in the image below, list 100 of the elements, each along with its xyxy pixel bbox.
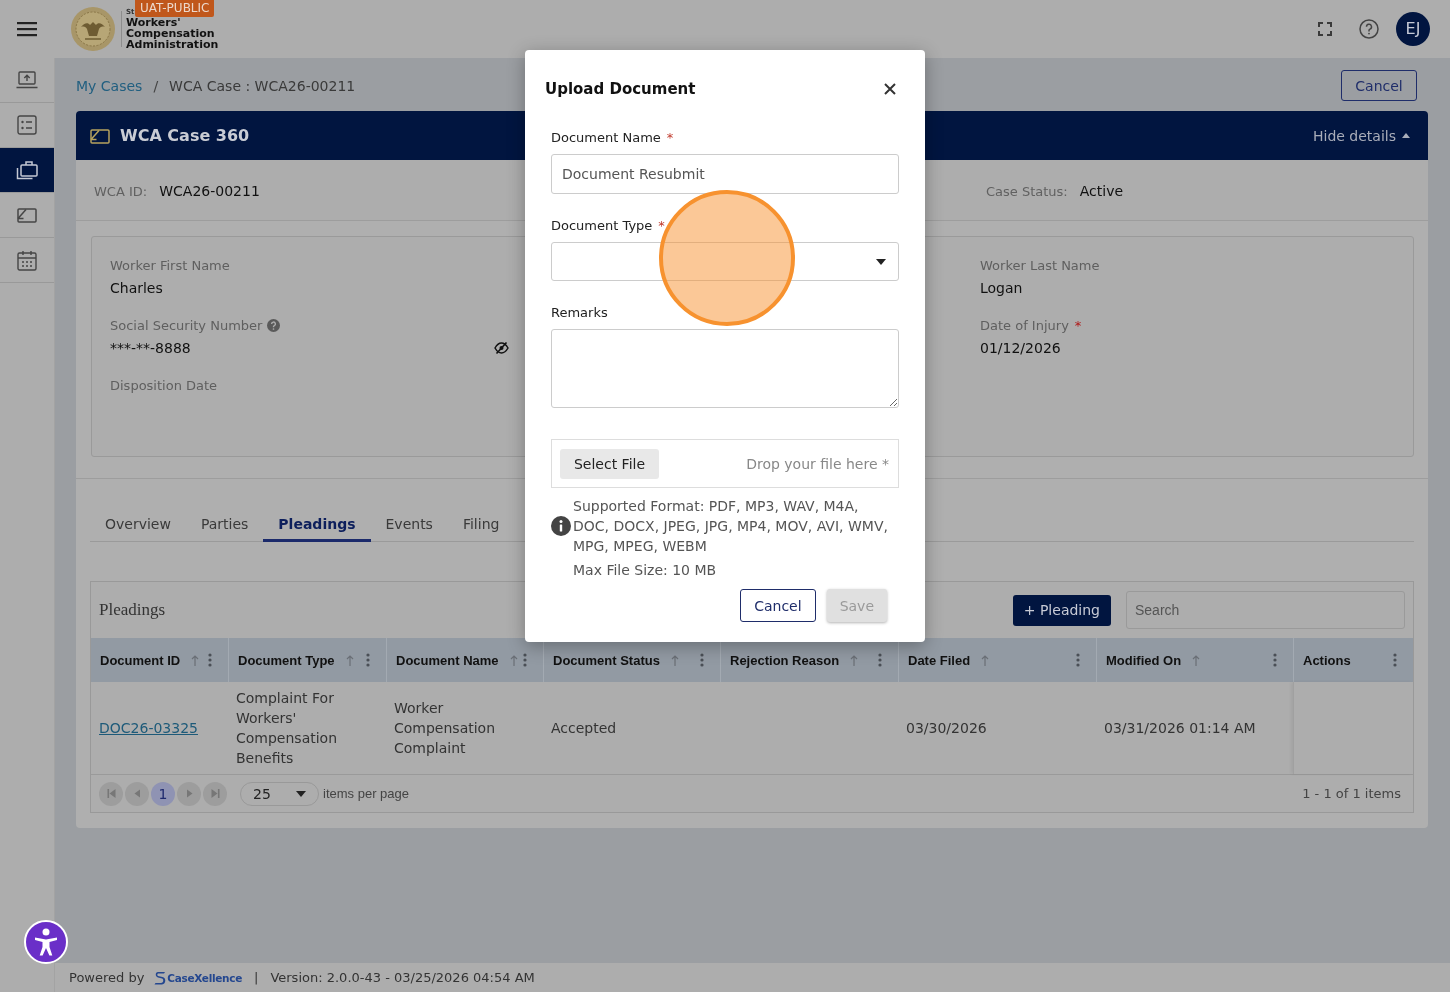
sort-arrow-icon[interactable] (345, 654, 354, 666)
laptop-upload-icon (16, 71, 38, 89)
input-field[interactable]: Document Resubmit (551, 154, 899, 194)
field-value: 01/12/2026 (980, 340, 1061, 356)
sort-arrow-icon[interactable] (670, 654, 679, 666)
page-button[interactable]: 1 (151, 781, 175, 806)
sort-arrow-icon[interactable] (981, 654, 990, 666)
table-cell-text: Complaint For Workers' Compensation Benefits (235, 689, 339, 768)
card-icon (90, 127, 110, 144)
column-header[interactable]: Modified On (1106, 652, 1182, 668)
sort-arrow-icon[interactable] (1192, 654, 1201, 666)
brand-name: CaseXellence (167, 971, 242, 984)
supported-formats-text: Supported Format: PDF, MP3, WAV, M4A, DOC, DOCX, JPEG, JPG, MP4, MOV, AVI, WMV, MPG, MPEG, WEBM (573, 497, 889, 556)
checklist-icon (17, 115, 37, 135)
case-title: WCA Case 360 (120, 126, 250, 145)
kebab-menu-icon[interactable] (523, 653, 527, 667)
field-label: Social Security Number (110, 318, 263, 333)
dialog-title: Upload Document (545, 80, 696, 98)
toggle-details-button[interactable]: Hide details (1313, 127, 1410, 144)
required-mark: * (1074, 318, 1082, 333)
kebab-menu-icon[interactable] (1273, 653, 1277, 667)
field-value: ***-**-8888 (110, 340, 191, 356)
items-summary: 1 - 1 of 1 items (1302, 786, 1401, 801)
kebab-menu-icon[interactable] (700, 653, 704, 667)
info-icon (551, 516, 571, 536)
menu-icon[interactable] (17, 21, 37, 37)
person-icon (34, 928, 58, 956)
fullscreen-icon[interactable] (1318, 22, 1332, 36)
page-size-label: items per page (323, 786, 409, 801)
field-label: Document Name (551, 129, 661, 145)
previous-page-button[interactable] (125, 781, 149, 806)
cancel-button[interactable]: Cancel (1341, 70, 1417, 101)
tab[interactable]: Pleadings (263, 506, 371, 542)
file-drop-zone[interactable]: Select File Drop your file here * (551, 439, 899, 488)
triangle-right-icon (184, 789, 194, 798)
add-pleading-button[interactable]: + Pleading (1012, 594, 1111, 626)
grid-title: Pleadings (99, 600, 166, 620)
environment-badge: UAT-PUBLIC (135, 0, 215, 17)
textarea-field[interactable] (551, 329, 899, 408)
tab[interactable]: Parties (185, 506, 264, 542)
tab[interactable]: Overview (90, 506, 186, 542)
sidebar-item[interactable] (0, 148, 54, 193)
page-size-dropdown[interactable]: 25 (240, 781, 319, 806)
tab[interactable]: Filing (447, 506, 515, 542)
powered-by-text: Powered by (69, 970, 145, 985)
sort-arrow-icon[interactable] (191, 654, 200, 666)
version-text: Version: 2.0.0-43 - 03/25/2026 04:54 AM (270, 970, 535, 985)
field-label: Case Status: (986, 183, 1068, 199)
kebab-menu-icon[interactable] (878, 653, 882, 667)
table-cell-text: Accepted (550, 719, 618, 738)
search-field[interactable]: Search (1126, 591, 1405, 629)
column-header[interactable]: Document Status (553, 652, 660, 668)
close-icon[interactable] (884, 83, 896, 95)
column-header[interactable]: Date Filed (908, 652, 971, 668)
next-page-button[interactable] (177, 781, 201, 806)
help-icon[interactable] (1359, 19, 1379, 39)
drop-hint: Drop your file here * (746, 455, 889, 472)
kebab-menu-icon[interactable] (366, 653, 370, 667)
table-cell-text: Worker Compensation Complaint (393, 699, 497, 758)
table-cell-text: 03/31/2026 01:14 AM (1103, 719, 1257, 738)
agency-name: Workers' Compensation Administration (126, 17, 220, 50)
select-file-button[interactable]: Select File (560, 448, 659, 479)
breadcrumb-separator: / (153, 77, 159, 94)
last-page-button[interactable] (203, 781, 227, 806)
column-header[interactable]: Document Type (238, 652, 335, 668)
field-label: WCA ID: (94, 183, 148, 199)
kebab-menu-icon[interactable] (1393, 653, 1397, 667)
column-header[interactable]: Document Name (396, 652, 499, 668)
field-value: WCA26-00211 (159, 182, 260, 199)
caret-down-icon (876, 258, 886, 265)
table-cell-text: 03/30/2026 (905, 719, 988, 738)
dropdown-field[interactable] (551, 242, 899, 281)
max-size-text: Max File Size: 10 MB (573, 561, 718, 580)
dialog-cancel-button[interactable]: Cancel (740, 589, 816, 622)
field-label: Date of Injury (980, 318, 1069, 333)
column-header[interactable]: Document ID (100, 652, 181, 668)
kebab-menu-icon[interactable] (208, 653, 212, 667)
column-header[interactable]: Rejection Reason (730, 652, 840, 668)
field-value: Active (1079, 182, 1124, 199)
first-page-button[interactable] (99, 781, 123, 806)
eye-slash-icon[interactable] (494, 342, 509, 354)
required-mark: * (658, 217, 665, 233)
calendar-icon (17, 249, 37, 271)
help-icon[interactable] (267, 319, 281, 332)
tab[interactable]: Events (370, 506, 448, 542)
sort-arrow-icon[interactable] (850, 654, 859, 666)
footer-separator: | (254, 970, 259, 985)
triangle-left-icon (132, 789, 142, 798)
field-value: Logan (980, 280, 1023, 296)
skip-forward-icon (210, 789, 220, 798)
sort-arrow-icon[interactable] (509, 654, 518, 666)
required-mark: * (666, 129, 674, 145)
kebab-menu-icon[interactable] (1076, 653, 1080, 667)
column-header[interactable]: Actions (1303, 652, 1351, 668)
document-link[interactable]: DOC26-03325 (99, 718, 198, 738)
breadcrumb-current: WCA Case : WCA26-00211 (169, 77, 356, 94)
field-label: Remarks (551, 304, 608, 320)
user-avatar[interactable]: EJ (1396, 12, 1430, 46)
skip-back-icon (106, 789, 116, 798)
briefcase-icon (16, 160, 38, 180)
